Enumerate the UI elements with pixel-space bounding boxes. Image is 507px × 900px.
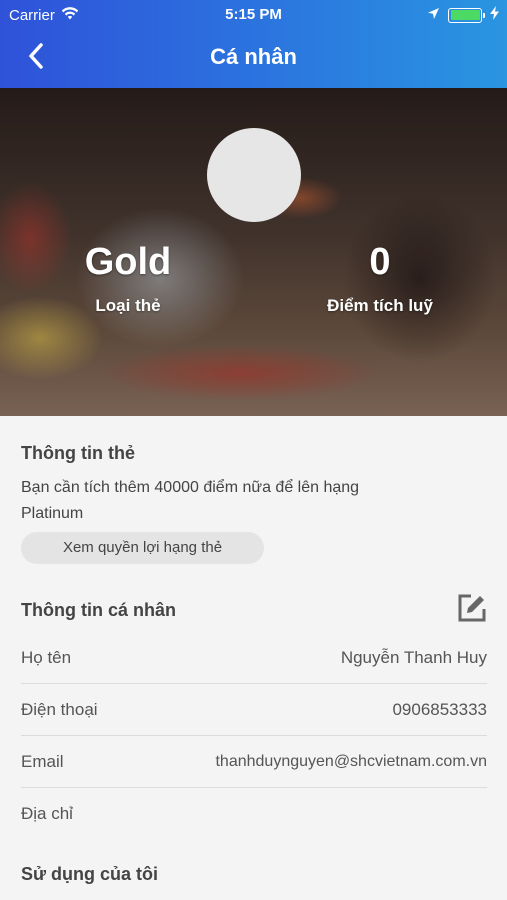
address-label: Địa chỉ [21, 804, 73, 823]
edit-profile-button[interactable] [456, 594, 488, 626]
card-type-label: Loại thẻ [95, 296, 161, 315]
card-info-title: Thông tin thẻ [21, 443, 135, 463]
view-tier-benefits-button[interactable]: Xem quyền lợi hạng thẻ [21, 532, 264, 564]
profile-header-background: Gold Loại thẻ 0 Điểm tích luỹ [0, 88, 507, 416]
charging-bolt-icon [490, 6, 499, 24]
my-usage-title: Sử dụng của tôi [21, 864, 159, 884]
email-label: Email [21, 751, 64, 771]
location-arrow-icon [427, 7, 440, 24]
personal-info-title: Thông tin cá nhân [21, 600, 176, 620]
name-value: Nguyễn Thanh Huy [340, 647, 487, 667]
info-row-name: Họ tên Nguyễn Thanh Huy [21, 632, 487, 684]
info-row-email: Email thanhduynguyen@shcvietnam.com.vn [21, 736, 487, 788]
battery-fill [450, 10, 480, 20]
avatar[interactable] [207, 128, 301, 222]
page-title: Cá nhân [210, 44, 297, 69]
profile-content: Thông tin thẻ Bạn cần tích thêm 40000 đi… [0, 416, 507, 900]
email-value: thanhduynguyen@shcvietnam.com.vn [215, 752, 487, 770]
navigation-bar: Cá nhân [0, 30, 507, 88]
points-stat: 0 Điểm tích luỹ [315, 240, 445, 316]
card-type-value: Gold [84, 241, 172, 283]
info-row-address: Địa chỉ [21, 788, 487, 840]
status-right-group [427, 6, 499, 24]
card-info-description: Bạn cần tích thêm 40000 điểm nữa để lên … [21, 479, 360, 522]
battery-icon [448, 7, 485, 23]
phone-value: 0906853333 [392, 699, 487, 719]
top-bar: Carrier 5:15 PM Cá nhân [0, 0, 507, 88]
edit-icon [457, 593, 487, 628]
status-bar: Carrier 5:15 PM [0, 0, 507, 30]
name-label: Họ tên [21, 647, 72, 667]
info-row-phone: Điện thoại 0906853333 [21, 684, 487, 736]
phone-label: Điện thoại [21, 699, 98, 719]
points-label: Điểm tích luỹ [327, 296, 433, 315]
card-type-stat: Gold Loại thẻ [78, 240, 178, 316]
points-value: 0 [369, 241, 391, 283]
